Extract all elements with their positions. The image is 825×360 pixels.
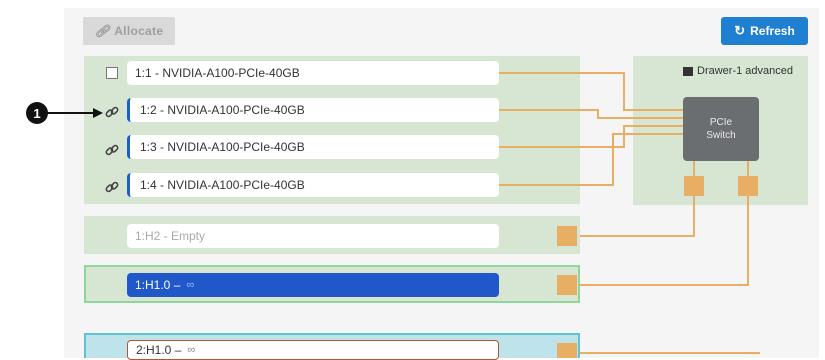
host-label: 1:H1.0 – (135, 278, 181, 292)
callout-arrow (47, 108, 103, 118)
allocate-button[interactable]: 🔗︎ Allocate (83, 17, 175, 45)
link-icon: 🔗︎ (94, 24, 111, 38)
switch-label-line2: Switch (706, 130, 736, 141)
gpu-label: 1:3 - NVIDIA-A100-PCIe-40GB (140, 140, 305, 154)
gpu-row[interactable]: 1:2 - NVIDIA-A100-PCIe-40GB (127, 98, 499, 122)
callout-marker: 1 (26, 102, 48, 124)
drawer-label-text: Drawer-1 advanced (697, 65, 793, 77)
pcie-switch: PCIe Switch (683, 97, 759, 161)
refresh-button[interactable]: ↻ Refresh (721, 17, 808, 45)
host-label: 2:H1.0 – (136, 343, 182, 357)
host-row-selected[interactable]: 1:H1.0 – ∞ (127, 273, 499, 297)
switch-label-line1: PCIe (709, 117, 733, 128)
callout-number: 1 (33, 105, 41, 121)
switch-port (684, 176, 704, 196)
link-icon[interactable] (104, 179, 120, 195)
gpu-checkbox[interactable] (106, 67, 118, 79)
unlink-icon: ∞ (186, 279, 195, 291)
gpu-row[interactable]: 1:4 - NVIDIA-A100-PCIe-40GB (127, 173, 499, 197)
unlink-icon: ∞ (187, 344, 196, 356)
refresh-icon: ↻ (734, 23, 746, 38)
host-label: 1:H2 - Empty (135, 229, 206, 243)
host-port (557, 275, 577, 295)
refresh-label: Refresh (750, 24, 795, 38)
switch-port (738, 176, 758, 196)
allocate-label: Allocate (114, 24, 164, 38)
gpu-row[interactable]: 1:1 - NVIDIA-A100-PCIe-40GB (127, 61, 499, 85)
link-icon[interactable] (104, 142, 120, 158)
host-row-empty[interactable]: 1:H2 - Empty (127, 224, 499, 248)
host-port (557, 343, 577, 358)
drawer-label: Drawer-1 advanced (683, 65, 793, 77)
gpu-label: 1:4 - NVIDIA-A100-PCIe-40GB (140, 178, 305, 192)
drawer-icon (683, 66, 693, 76)
host-row-outlined[interactable]: 2:H1.0 – ∞ (127, 340, 499, 360)
host-port (557, 226, 577, 246)
gpu-row[interactable]: 1:3 - NVIDIA-A100-PCIe-40GB (127, 135, 499, 159)
gpu-label: 1:1 - NVIDIA-A100-PCIe-40GB (135, 66, 300, 80)
gpu-label: 1:2 - NVIDIA-A100-PCIe-40GB (140, 103, 305, 117)
